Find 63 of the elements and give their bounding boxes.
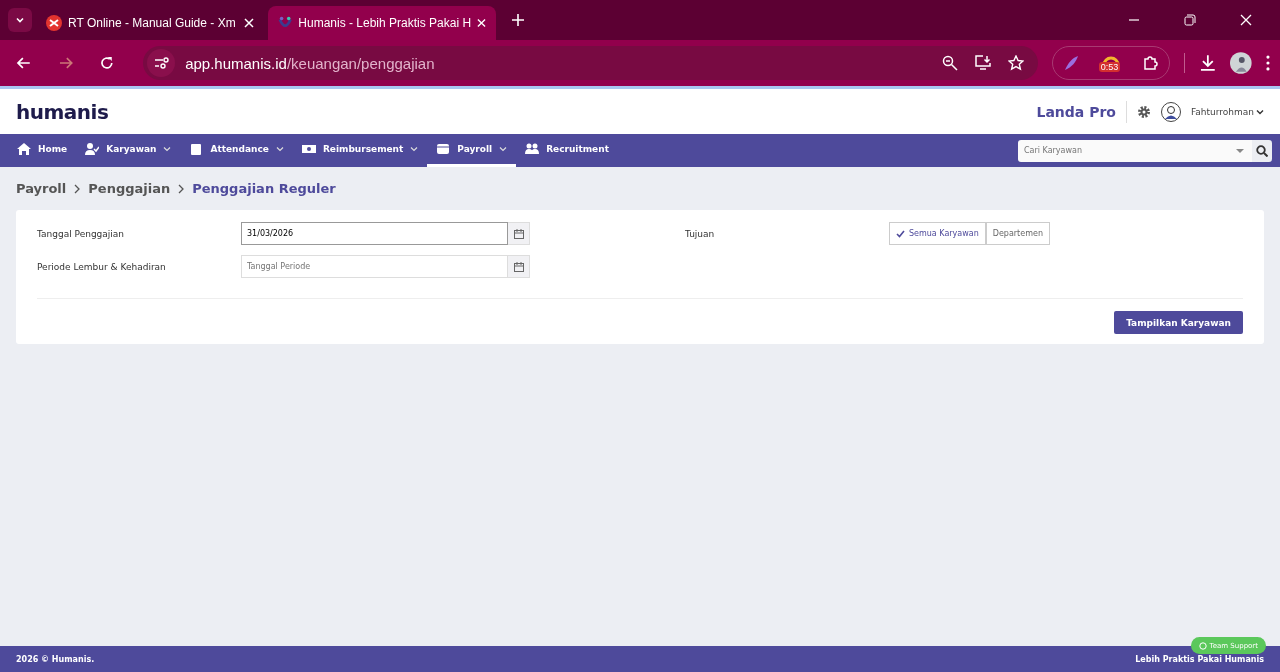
favicon-icon: [46, 15, 62, 31]
url-text: app.humanis.id/keuangan/penggajian: [185, 54, 435, 72]
star-icon[interactable]: [1007, 55, 1024, 71]
chevron-icon: [177, 183, 186, 194]
tab-title: RT Online - Manual Guide - Xm: [68, 16, 237, 30]
calendar-button[interactable]: [508, 222, 530, 245]
close-icon[interactable]: [1240, 14, 1252, 26]
search-icon: [1256, 144, 1268, 157]
humanis-logo[interactable]: humanis: [16, 99, 109, 124]
chevron-icon: [73, 183, 82, 194]
site-settings-icon[interactable]: [147, 49, 176, 77]
target-option[interactable]: Semua Karyawan: [889, 222, 986, 245]
timer-badge: 0:53: [1098, 62, 1121, 72]
dropdown-arrow-icon: [1236, 147, 1244, 154]
nav-item[interactable]: Attendance: [180, 134, 293, 167]
new-tab-icon[interactable]: [512, 14, 524, 26]
tab-search-button[interactable]: [8, 8, 32, 32]
close-icon[interactable]: [244, 18, 254, 28]
users-icon: [525, 143, 540, 155]
address-bar[interactable]: app.humanis.id/keuangan/penggajian: [143, 46, 1038, 80]
restore-icon[interactable]: [1184, 14, 1196, 26]
check-icon: [896, 229, 905, 238]
browser-tab[interactable]: RT Online - Manual Guide - Xm: [36, 6, 264, 40]
show-employees-button[interactable]: Tampilkan Karyawan: [1114, 311, 1243, 334]
zoom-icon[interactable]: [941, 55, 958, 71]
install-app-icon[interactable]: [973, 55, 992, 71]
settings-icon[interactable]: [1136, 104, 1151, 119]
nav-item[interactable]: Recruitment: [516, 134, 618, 167]
nav-item[interactable]: Reimbursement: [292, 134, 428, 167]
wallet-icon: [436, 143, 451, 155]
close-icon[interactable]: [477, 18, 486, 28]
employee-search-field[interactable]: Cari Karyawan: [1018, 139, 1252, 162]
user-avatar-icon[interactable]: [1160, 101, 1181, 122]
user-check-icon: [85, 143, 100, 155]
home-icon: [17, 143, 31, 155]
company-name: Landa Pro: [1036, 103, 1116, 120]
tab-title: Humanis - Lebih Praktis Pakai H: [298, 16, 472, 30]
target-option[interactable]: Departemen: [985, 222, 1050, 245]
copyright-text: 2026 © Humanis.: [16, 654, 95, 664]
nav-item[interactable]: Home: [8, 134, 77, 167]
nav-item[interactable]: Karyawan: [76, 134, 181, 167]
menu-icon[interactable]: [1266, 55, 1270, 71]
user-menu[interactable]: Fahturrohman: [1190, 106, 1264, 117]
forward-icon[interactable]: [57, 55, 74, 71]
profile-avatar-icon[interactable]: [1230, 52, 1253, 74]
tagline-text: Lebih Praktis Pakai Humanis: [1135, 654, 1264, 664]
puzzle-icon[interactable]: [1142, 55, 1159, 71]
date-field[interactable]: Tanggal Periode: [241, 255, 508, 278]
breadcrumb-item: Penggajian Reguler: [192, 181, 336, 196]
field-label: Tanggal Penggajian: [37, 228, 126, 239]
money-icon: [301, 143, 316, 155]
calendar-button[interactable]: [508, 255, 530, 278]
browser-tab[interactable]: Humanis - Lebih Praktis Pakai H: [268, 6, 496, 40]
caret-icon: [1256, 107, 1264, 116]
date-field[interactable]: 31/03/2026: [241, 222, 508, 245]
field-label: Tujuan: [685, 228, 716, 239]
back-icon[interactable]: [16, 55, 32, 71]
download-icon[interactable]: [1198, 54, 1217, 72]
breadcrumb-item[interactable]: Payroll: [16, 181, 67, 196]
field-label: Periode Lembur & Kehadiran: [37, 261, 167, 272]
breadcrumb-item[interactable]: Penggajian: [88, 181, 171, 196]
search-button[interactable]: [1252, 139, 1272, 162]
nav-item[interactable]: Payroll: [427, 134, 517, 167]
